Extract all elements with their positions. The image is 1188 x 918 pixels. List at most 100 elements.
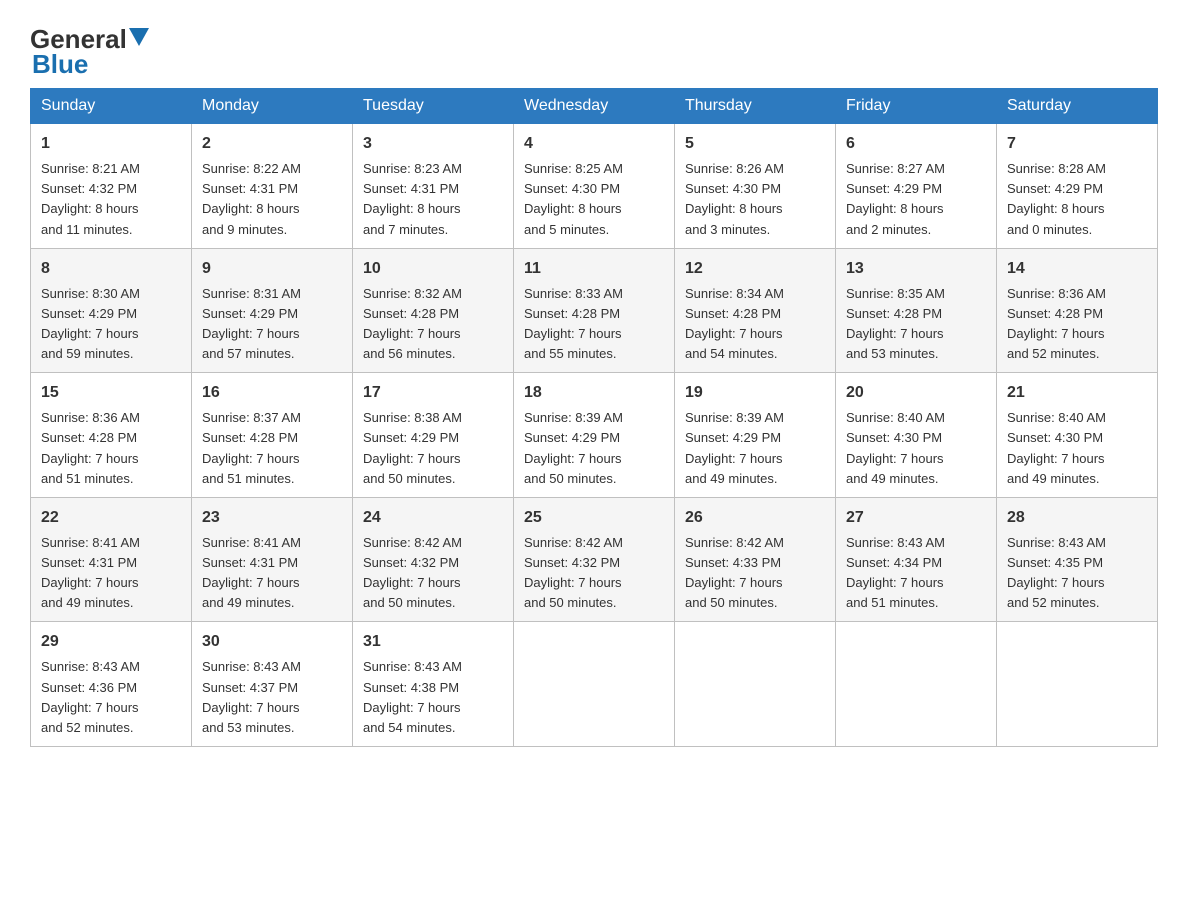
day-cell-20: 20 Sunrise: 8:40 AMSunset: 4:30 PMDayligh…	[836, 373, 997, 498]
day-cell-30: 30Sunrise: 8:43 AMSunset: 4:37 PMDayligh…	[192, 622, 353, 747]
day-number: 9	[202, 257, 342, 281]
day-number: 12	[685, 257, 825, 281]
day-info: Sunrise: 8:40 AMSunset: 4:30 PMDaylight:…	[1007, 408, 1147, 489]
logo-container: General Blue	[30, 25, 149, 78]
day-cell-12: 12 Sunrise: 8:34 AMSunset: 4:28 PMDayligh…	[675, 248, 836, 373]
logo-blue-word: Blue	[32, 50, 149, 79]
day-number: 25	[524, 506, 664, 530]
day-info: Sunrise: 8:30 AMSunset: 4:29 PMDaylight:…	[41, 284, 181, 365]
day-cell-24: 24 Sunrise: 8:42 AMSunset: 4:32 PMDayligh…	[353, 497, 514, 622]
day-cell-5: 5Sunrise: 8:26 AMSunset: 4:30 PMDaylight…	[675, 124, 836, 249]
day-cell-3: 3 Sunrise: 8:23 AMSunset: 4:31 PMDaylight…	[353, 124, 514, 249]
day-cell-9: 9 Sunrise: 8:31 AMSunset: 4:29 PMDaylight…	[192, 248, 353, 373]
day-number: 4	[524, 132, 664, 156]
day-info: Sunrise: 8:39 AMSunset: 4:29 PMDaylight:…	[685, 408, 825, 489]
logo-text-block: General Blue	[30, 25, 149, 78]
day-number: 16	[202, 381, 342, 405]
empty-day-cell	[836, 622, 997, 747]
day-cell-17: 17 Sunrise: 8:38 AMSunset: 4:29 PMDayligh…	[353, 373, 514, 498]
logo: General Blue	[30, 25, 149, 78]
day-info: Sunrise: 8:32 AMSunset: 4:28 PMDaylight:…	[363, 284, 503, 365]
weekday-header-thursday: Thursday	[675, 89, 836, 124]
weekday-header-monday: Monday	[192, 89, 353, 124]
calendar-table: SundayMondayTuesdayWednesdayThursdayFrid…	[30, 88, 1158, 747]
day-info: Sunrise: 8:43 AMSunset: 4:36 PMDaylight:…	[41, 657, 181, 738]
day-info: Sunrise: 8:43 AMSunset: 4:37 PMDaylight:…	[202, 657, 342, 738]
day-cell-31: 31Sunrise: 8:43 AMSunset: 4:38 PMDayligh…	[353, 622, 514, 747]
day-cell-6: 6 Sunrise: 8:27 AMSunset: 4:29 PMDaylight…	[836, 124, 997, 249]
day-number: 22	[41, 506, 181, 530]
day-number: 6	[846, 132, 986, 156]
day-info: Sunrise: 8:31 AMSunset: 4:29 PMDaylight:…	[202, 284, 342, 365]
day-info: Sunrise: 8:37 AMSunset: 4:28 PMDaylight:…	[202, 408, 342, 489]
day-info: Sunrise: 8:34 AMSunset: 4:28 PMDaylight:…	[685, 284, 825, 365]
day-cell-25: 25 Sunrise: 8:42 AMSunset: 4:32 PMDayligh…	[514, 497, 675, 622]
day-info: Sunrise: 8:28 AMSunset: 4:29 PMDaylight:…	[1007, 159, 1147, 240]
day-info: Sunrise: 8:36 AMSunset: 4:28 PMDaylight:…	[1007, 284, 1147, 365]
day-cell-4: 4 Sunrise: 8:25 AMSunset: 4:30 PMDaylight…	[514, 124, 675, 249]
day-number: 11	[524, 257, 664, 281]
day-cell-11: 11 Sunrise: 8:33 AMSunset: 4:28 PMDayligh…	[514, 248, 675, 373]
day-number: 24	[363, 506, 503, 530]
day-number: 28	[1007, 506, 1147, 530]
calendar-week-row: 22Sunrise: 8:41 AMSunset: 4:31 PMDayligh…	[31, 497, 1158, 622]
day-number: 26	[685, 506, 825, 530]
day-info: Sunrise: 8:40 AMSunset: 4:30 PMDaylight:…	[846, 408, 986, 489]
day-number: 3	[363, 132, 503, 156]
day-info: Sunrise: 8:23 AMSunset: 4:31 PMDaylight:…	[363, 159, 503, 240]
logo-triangle-icon	[129, 28, 149, 48]
day-number: 14	[1007, 257, 1147, 281]
day-number: 17	[363, 381, 503, 405]
day-info: Sunrise: 8:43 AMSunset: 4:38 PMDaylight:…	[363, 657, 503, 738]
day-cell-26: 26 Sunrise: 8:42 AMSunset: 4:33 PMDayligh…	[675, 497, 836, 622]
day-info: Sunrise: 8:42 AMSunset: 4:32 PMDaylight:…	[363, 533, 503, 614]
calendar-week-row: 29 Sunrise: 8:43 AMSunset: 4:36 PMDayligh…	[31, 622, 1158, 747]
day-cell-18: 18Sunrise: 8:39 AMSunset: 4:29 PMDayligh…	[514, 373, 675, 498]
day-info: Sunrise: 8:22 AMSunset: 4:31 PMDaylight:…	[202, 159, 342, 240]
day-cell-8: 8Sunrise: 8:30 AMSunset: 4:29 PMDaylight…	[31, 248, 192, 373]
calendar-week-row: 15 Sunrise: 8:36 AMSunset: 4:28 PMDayligh…	[31, 373, 1158, 498]
day-info: Sunrise: 8:43 AMSunset: 4:34 PMDaylight:…	[846, 533, 986, 614]
day-cell-16: 16 Sunrise: 8:37 AMSunset: 4:28 PMDayligh…	[192, 373, 353, 498]
day-info: Sunrise: 8:21 AMSunset: 4:32 PMDaylight:…	[41, 159, 181, 240]
weekday-header-wednesday: Wednesday	[514, 89, 675, 124]
day-number: 1	[41, 132, 181, 156]
day-info: Sunrise: 8:43 AMSunset: 4:35 PMDaylight:…	[1007, 533, 1147, 614]
day-cell-23: 23Sunrise: 8:41 AMSunset: 4:31 PMDayligh…	[192, 497, 353, 622]
day-number: 10	[363, 257, 503, 281]
day-number: 29	[41, 630, 181, 654]
day-number: 20	[846, 381, 986, 405]
day-number: 19	[685, 381, 825, 405]
empty-day-cell	[675, 622, 836, 747]
day-cell-22: 22Sunrise: 8:41 AMSunset: 4:31 PMDayligh…	[31, 497, 192, 622]
weekday-header-saturday: Saturday	[997, 89, 1158, 124]
day-info: Sunrise: 8:25 AMSunset: 4:30 PMDaylight:…	[524, 159, 664, 240]
day-cell-7: 7Sunrise: 8:28 AMSunset: 4:29 PMDaylight…	[997, 124, 1158, 249]
day-cell-2: 2Sunrise: 8:22 AMSunset: 4:31 PMDaylight…	[192, 124, 353, 249]
day-info: Sunrise: 8:27 AMSunset: 4:29 PMDaylight:…	[846, 159, 986, 240]
day-info: Sunrise: 8:42 AMSunset: 4:33 PMDaylight:…	[685, 533, 825, 614]
day-cell-13: 13 Sunrise: 8:35 AMSunset: 4:28 PMDayligh…	[836, 248, 997, 373]
day-cell-21: 21Sunrise: 8:40 AMSunset: 4:30 PMDayligh…	[997, 373, 1158, 498]
weekday-header-row: SundayMondayTuesdayWednesdayThursdayFrid…	[31, 89, 1158, 124]
day-cell-19: 19 Sunrise: 8:39 AMSunset: 4:29 PMDayligh…	[675, 373, 836, 498]
empty-day-cell	[514, 622, 675, 747]
calendar-week-row: 1 Sunrise: 8:21 AMSunset: 4:32 PMDaylight…	[31, 124, 1158, 249]
day-cell-15: 15 Sunrise: 8:36 AMSunset: 4:28 PMDayligh…	[31, 373, 192, 498]
day-info: Sunrise: 8:42 AMSunset: 4:32 PMDaylight:…	[524, 533, 664, 614]
day-info: Sunrise: 8:36 AMSunset: 4:28 PMDaylight:…	[41, 408, 181, 489]
weekday-header-sunday: Sunday	[31, 89, 192, 124]
day-number: 23	[202, 506, 342, 530]
day-cell-1: 1 Sunrise: 8:21 AMSunset: 4:32 PMDaylight…	[31, 124, 192, 249]
day-info: Sunrise: 8:35 AMSunset: 4:28 PMDaylight:…	[846, 284, 986, 365]
calendar-week-row: 8Sunrise: 8:30 AMSunset: 4:29 PMDaylight…	[31, 248, 1158, 373]
day-info: Sunrise: 8:38 AMSunset: 4:29 PMDaylight:…	[363, 408, 503, 489]
day-info: Sunrise: 8:33 AMSunset: 4:28 PMDaylight:…	[524, 284, 664, 365]
day-number: 13	[846, 257, 986, 281]
day-number: 18	[524, 381, 664, 405]
day-number: 15	[41, 381, 181, 405]
day-number: 27	[846, 506, 986, 530]
day-cell-14: 14 Sunrise: 8:36 AMSunset: 4:28 PMDayligh…	[997, 248, 1158, 373]
day-info: Sunrise: 8:26 AMSunset: 4:30 PMDaylight:…	[685, 159, 825, 240]
day-cell-29: 29 Sunrise: 8:43 AMSunset: 4:36 PMDayligh…	[31, 622, 192, 747]
